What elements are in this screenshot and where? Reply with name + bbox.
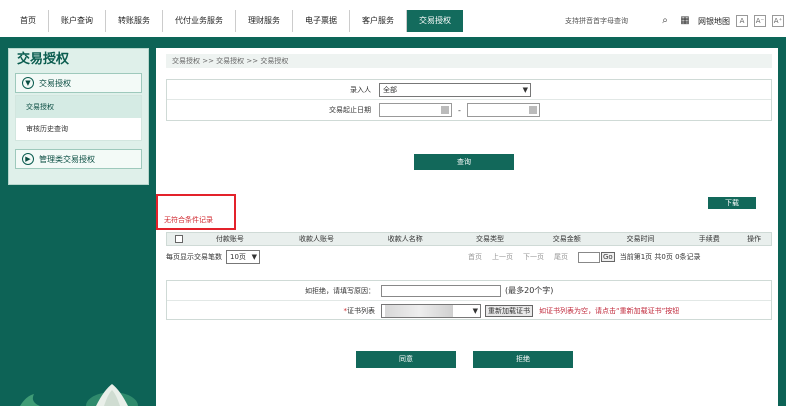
nav-customer-service[interactable]: 客户服务 (350, 10, 407, 32)
sitemap-icon[interactable]: ▦ (678, 14, 692, 28)
reject-reason-hint: (最多20个字) (505, 286, 554, 295)
nav-agent-payment[interactable]: 代付业务服务 (163, 10, 236, 32)
nav-e-bill[interactable]: 电子票据 (293, 10, 350, 32)
column-header: 交易金额 (552, 235, 581, 243)
chevron-down-icon: ▼ (472, 307, 478, 315)
sidebar: 交易授权 ▼ 交易授权 交易授权 审核历史查询 ▶ 管理类交易授权 (8, 48, 149, 185)
sidebar-item-review-history[interactable]: 审核历史查询 (16, 118, 141, 140)
reject-reason-row: 如拒绝，请填写原因： (最多20个字) (167, 281, 771, 301)
column-header: 付款账号 (215, 235, 244, 243)
end-date-input[interactable] (466, 103, 540, 117)
page-status: 当前第1页 共0页 0条记录 (619, 253, 701, 261)
entry-person-label: 录入人 (350, 85, 371, 94)
prev-page-link[interactable]: 上一页 (492, 252, 513, 262)
font-reset-button[interactable]: A (736, 15, 748, 27)
reject-reason-input[interactable] (381, 284, 501, 297)
chevron-down-icon: ▼ (522, 85, 528, 94)
pagination: 每页显示交易笔数 10页 ▼ 首页 上一页 下一页 尾页 Go 当前第1页 共0… (166, 250, 772, 264)
column-header: 交易类型 (475, 235, 504, 243)
no-record-message: 无符合条件记录 (164, 216, 213, 224)
sidebar-title: 交易授权 (17, 52, 70, 67)
search-icon[interactable]: ⌕ (658, 14, 672, 28)
certificate-tip: 如证书列表为空，请点击“重新加载证书”按钮 (539, 307, 680, 315)
highlight-box: 无符合条件记录 (156, 194, 236, 230)
date-separator: - (458, 105, 461, 115)
chevron-down-icon: ▼ (22, 77, 34, 89)
sidebar-group-transaction-auth[interactable]: ▼ 交易授权 (15, 73, 142, 93)
table-header: 付款账号 收款人账号 收款人名称 交易类型 交易金额 交易时间 手续费 操作 (166, 232, 772, 246)
first-page-link[interactable]: 首页 (468, 252, 482, 262)
nav-account-query[interactable]: 账户查询 (49, 10, 106, 32)
query-form: 录入人 全部 ▼ 交易起止日期 - (166, 79, 772, 121)
column-header: 交易时间 (626, 235, 655, 243)
column-header: 操作 (747, 235, 762, 243)
start-date-input[interactable] (379, 103, 452, 117)
chevron-right-icon: ▶ (22, 153, 34, 165)
chevron-down-icon: ▼ (251, 253, 257, 261)
main-content: 交易授权 >> 交易授权 >> 交易授权 录入人 全部 ▼ 交易起止日期 - 查… (156, 48, 778, 406)
breadcrumb: 交易授权 >> 交易授权 >> 交易授权 (166, 54, 772, 68)
page-number-input[interactable] (578, 251, 600, 263)
date-range-row: 交易起止日期 - (167, 100, 771, 120)
main-menu: 首页 账户查询 转账服务 代付业务服务 理财服务 电子票据 客户服务 交易授权 (8, 10, 463, 32)
sidebar-item-transaction-auth[interactable]: 交易授权 (16, 96, 141, 118)
per-page-select[interactable]: 10页 ▼ (226, 250, 260, 264)
reject-reason-label: 如拒绝，请填写原因： (305, 286, 375, 295)
reload-certificate-button[interactable]: 重新加载证书 (485, 305, 533, 317)
font-decrease-button[interactable]: A⁻ (754, 15, 766, 27)
menu-search-input[interactable]: 支持拼音首字母查询 (565, 13, 655, 29)
entry-person-select[interactable]: 全部 ▼ (379, 82, 531, 97)
certificate-label-text: 证书列表 (347, 307, 375, 315)
download-button[interactable]: 下载 (708, 197, 756, 209)
approval-form: 如拒绝，请填写原因： (最多20个字) *证书列表 ▼ 重新加载证书 如证书列表… (166, 280, 772, 320)
last-page-link[interactable]: 尾页 (554, 252, 568, 262)
nav-transaction-auth[interactable]: 交易授权 (407, 10, 463, 32)
reject-button[interactable]: 拒绝 (473, 351, 573, 368)
next-page-link[interactable]: 下一页 (523, 252, 544, 262)
sidebar-submenu: 交易授权 审核历史查询 (15, 95, 142, 141)
certificate-label: *证书列表 (167, 306, 381, 316)
column-header: 手续费 (698, 235, 720, 243)
top-tools: ⌕ ▦ 网银地图 A A⁻ A⁺ (658, 12, 784, 30)
column-header: 收款人账号 (299, 235, 335, 243)
nav-wealth[interactable]: 理财服务 (236, 10, 293, 32)
top-navigation: 首页 账户查询 转账服务 代付业务服务 理财服务 电子票据 客户服务 交易授权 … (0, 0, 786, 40)
font-increase-button[interactable]: A⁺ (772, 15, 784, 27)
nav-home[interactable]: 首页 (8, 10, 49, 32)
entry-person-value: 全部 (383, 85, 397, 94)
entry-person-row: 录入人 全部 ▼ (167, 80, 771, 100)
lotus-decoration (20, 384, 138, 406)
sidebar-group-admin-auth[interactable]: ▶ 管理类交易授权 (15, 149, 142, 169)
calendar-icon[interactable] (441, 106, 449, 114)
approve-button[interactable]: 同意 (356, 351, 456, 368)
nav-transfer[interactable]: 转账服务 (106, 10, 163, 32)
certificate-value-redacted (385, 305, 453, 317)
per-page-value: 10页 (230, 253, 246, 261)
date-range-label: 交易起止日期 (329, 106, 371, 114)
query-button[interactable]: 查询 (414, 154, 514, 170)
column-header: 收款人名称 (387, 235, 423, 243)
certificate-row: *证书列表 ▼ 重新加载证书 如证书列表为空，请点击“重新加载证书”按钮 (167, 301, 771, 321)
certificate-select[interactable]: ▼ (381, 304, 481, 318)
sitemap-link[interactable]: 网银地图 (698, 16, 730, 27)
per-page-label: 每页显示交易笔数 (166, 253, 222, 261)
sidebar-group-label: 交易授权 (39, 78, 71, 88)
sidebar-group-label: 管理类交易授权 (39, 154, 95, 164)
calendar-icon[interactable] (528, 106, 537, 114)
go-button[interactable]: Go (601, 252, 615, 262)
select-all-checkbox[interactable] (175, 235, 183, 243)
